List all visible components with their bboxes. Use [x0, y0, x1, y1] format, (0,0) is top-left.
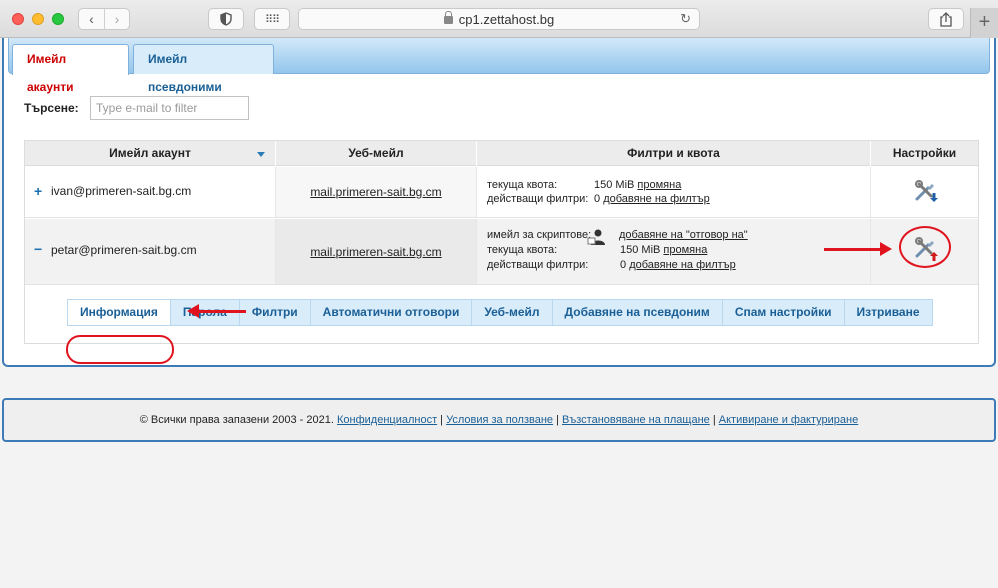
person-icon: [587, 229, 605, 245]
info-highlight-annotation: [66, 335, 174, 364]
account-email: ivan@primeren-sait.bg.cm: [51, 184, 192, 198]
add-alias-button[interactable]: Добавяне на псевдоним: [553, 300, 723, 325]
copyright-text: © Всички права запазени 2003 - 2021.: [139, 414, 334, 426]
quota-label: текуща квота:: [487, 179, 558, 191]
activation-billing-link[interactable]: Активиране и фактуриране: [719, 414, 858, 426]
quota-label: текуща квота:: [487, 244, 558, 256]
back-icon[interactable]: ‹: [79, 9, 104, 29]
delete-button[interactable]: Изтриване: [845, 300, 932, 325]
privacy-link[interactable]: Конфиденциалност: [337, 414, 437, 426]
search-input[interactable]: [90, 96, 249, 120]
spam-settings-button[interactable]: Спам настройки: [723, 300, 845, 325]
script-email-label: имейл за скриптове:: [487, 229, 592, 241]
arrow-head-left-icon: [187, 304, 199, 318]
change-quota-link[interactable]: промяна: [637, 179, 681, 191]
reload-icon[interactable]: ↻: [680, 11, 691, 27]
forward-icon[interactable]: ›: [103, 9, 129, 29]
search-label: Търсене:: [24, 101, 79, 115]
close-window-button[interactable]: [12, 13, 24, 25]
new-tab-button[interactable]: +: [970, 8, 998, 38]
account-email: petar@primeren-sait.bg.cm: [51, 243, 197, 257]
share-button[interactable]: [928, 8, 964, 30]
add-reply-to-link[interactable]: добавяне на "отговор на": [619, 229, 748, 241]
privacy-shield-button[interactable]: [208, 8, 244, 30]
table-row: − petar@primeren-sait.bg.cm mail.primere…: [25, 219, 978, 285]
sort-desc-icon[interactable]: [257, 152, 265, 157]
accounts-table: Имейл акаунт Уеб-мейл Филтри и квота Нас…: [24, 140, 979, 364]
webmail-link[interactable]: mail.primeren-sait.bg.cm: [276, 245, 476, 259]
annotation-arrow-left: [198, 310, 246, 313]
expand-row-toggle[interactable]: +: [34, 183, 42, 199]
email-accounts-panel: Имейл акаунти Имейл псевдоними Търсене: …: [2, 38, 996, 367]
zoom-window-button[interactable]: [52, 13, 64, 25]
table-row: + ivan@primeren-sait.bg.cm mail.primeren…: [25, 167, 978, 218]
browser-toolbar: ‹ › ⠿⠿ cp1.zettahost.bg ↻ +: [0, 0, 998, 38]
collapse-row-toggle[interactable]: −: [34, 241, 42, 257]
share-icon: [940, 11, 952, 27]
tab-bar: Имейл акаунти Имейл псевдоними: [8, 38, 990, 94]
address-bar[interactable]: cp1.zettahost.bg ↻: [298, 8, 700, 30]
auto-replies-button[interactable]: Автоматични отговори: [311, 300, 473, 325]
add-filter-link[interactable]: добавяне на филтър: [603, 193, 710, 205]
refund-link[interactable]: Възстановяване на плащане: [562, 414, 710, 426]
lock-icon: [443, 11, 453, 24]
webmail-link[interactable]: mail.primeren-sait.bg.cm: [276, 185, 476, 199]
minimize-window-button[interactable]: [32, 13, 44, 25]
add-filter-link[interactable]: добавяне на филтър: [629, 259, 736, 271]
url-text: cp1.zettahost.bg: [458, 12, 555, 27]
terms-link[interactable]: Условия за ползване: [446, 414, 553, 426]
grid-icon: ⠿⠿: [264, 13, 280, 26]
tab-email-aliases[interactable]: Имейл псевдоними: [133, 44, 274, 94]
history-nav: ‹ ›: [78, 8, 130, 30]
filters-count: 0: [620, 259, 627, 271]
filters-count: 0: [594, 193, 601, 205]
filters-label: действащи филтри:: [487, 193, 589, 205]
settings-tools-icon[interactable]: [913, 179, 939, 205]
settings-highlight-annotation: [899, 226, 951, 268]
shield-icon: [220, 12, 232, 26]
tab-email-accounts[interactable]: Имейл акаунти: [12, 44, 129, 94]
quota-value: 150 MiB: [594, 179, 635, 191]
filters-label: действащи филтри:: [487, 259, 589, 271]
annotation-arrow-right: [824, 248, 882, 251]
info-button[interactable]: Информация: [68, 300, 171, 325]
table-header: Имейл акаунт Уеб-мейл Филтри и квота Нас…: [25, 141, 978, 166]
arrow-head-right-icon: [880, 242, 892, 256]
header-email-account[interactable]: Имейл акаунт: [25, 141, 276, 166]
header-filters-quota: Филтри и квота: [477, 141, 871, 166]
page-footer: © Всички права запазени 2003 - 2021. Кон…: [2, 398, 996, 442]
tab-overview-button[interactable]: ⠿⠿: [254, 8, 290, 30]
filters-button[interactable]: Филтри: [240, 300, 311, 325]
header-settings: Настройки: [892, 146, 957, 160]
webmail-button[interactable]: Уеб-мейл: [472, 300, 553, 325]
plus-icon: +: [978, 11, 991, 33]
header-webmail: Уеб-мейл: [276, 141, 477, 166]
change-quota-link[interactable]: промяна: [663, 244, 707, 256]
quota-value: 150 MiB: [620, 244, 661, 256]
